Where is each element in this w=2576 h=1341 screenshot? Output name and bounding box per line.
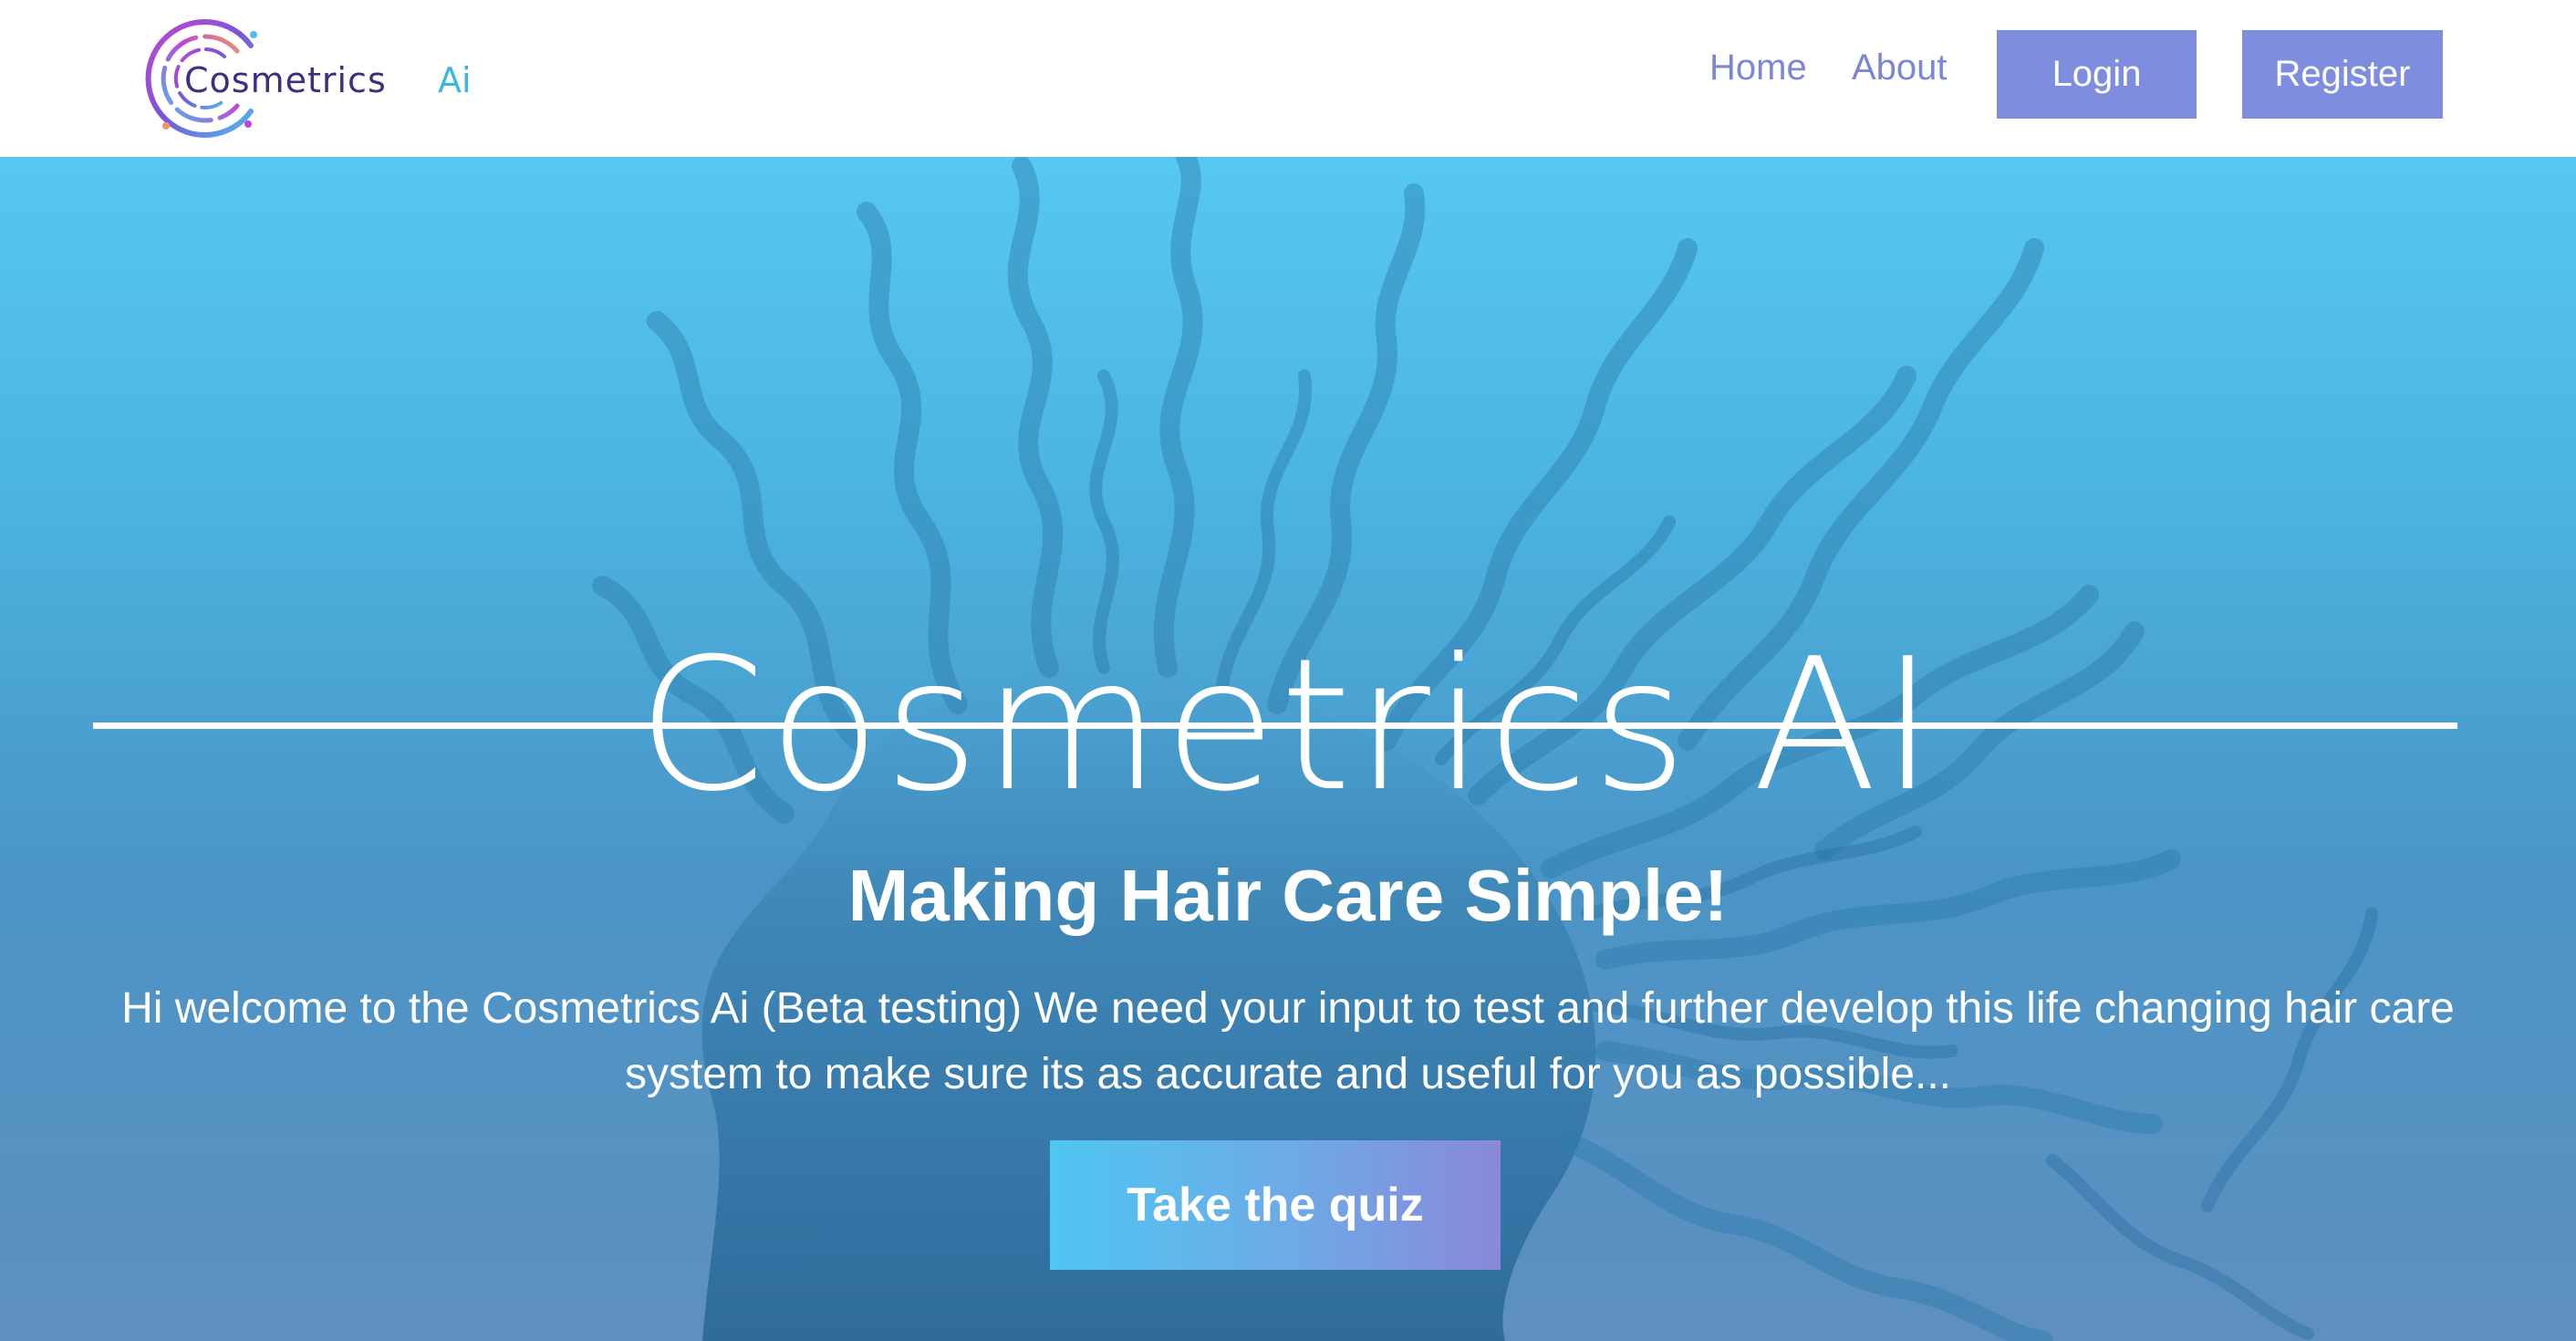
brand-logo[interactable]: Cosmetrics Ai xyxy=(137,9,483,146)
logo-wordmark: Cosmetrics xyxy=(184,60,387,100)
nav-link-home[interactable]: Home xyxy=(1709,47,1807,88)
top-navbar: Cosmetrics Ai Home About Login Register xyxy=(0,0,2576,157)
hero-section: Cosmetrics AI Making Hair Care Simple! H… xyxy=(0,157,2576,1341)
hero-divider xyxy=(93,722,2457,729)
logo-ai-suffix: Ai xyxy=(438,60,472,100)
login-button[interactable]: Login xyxy=(1997,30,2197,119)
hero-description: Hi welcome to the Cosmetrics Ai (Beta te… xyxy=(121,984,2455,1098)
register-button[interactable]: Register xyxy=(2242,30,2443,119)
take-quiz-button[interactable]: Take the quiz xyxy=(1050,1140,1501,1270)
hero-subtitle: Making Hair Care Simple! xyxy=(847,855,1729,937)
nav-link-about[interactable]: About xyxy=(1852,47,1948,88)
